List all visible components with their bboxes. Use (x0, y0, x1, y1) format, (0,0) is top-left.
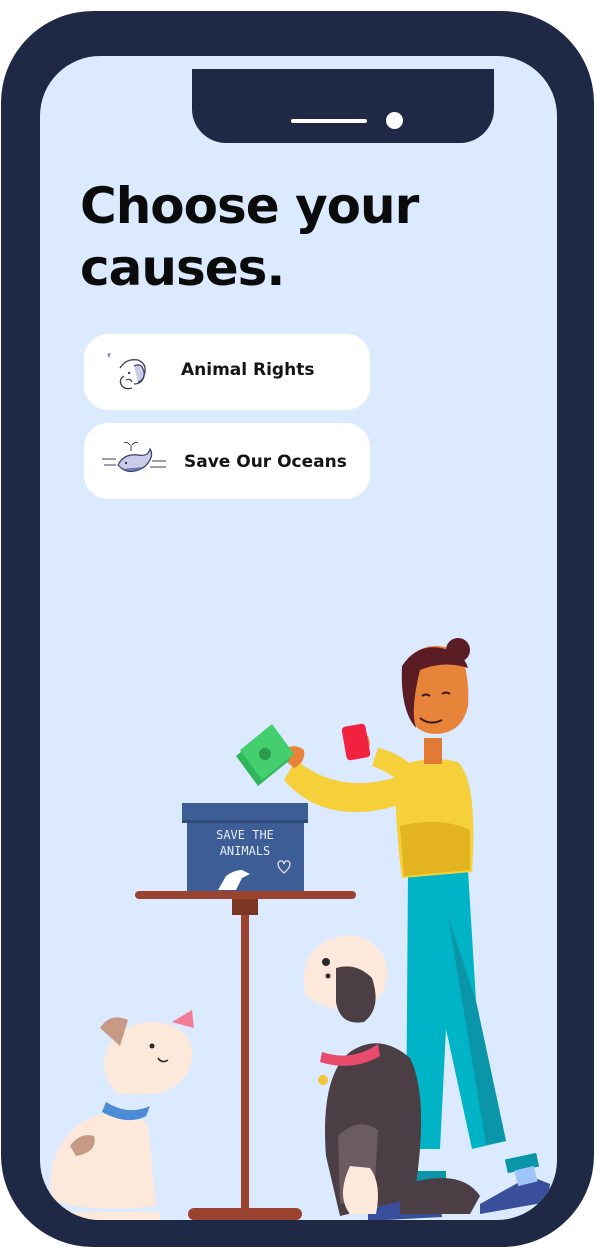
donation-box-text: ANIMALS (220, 844, 271, 858)
donation-illustration: SAVE THE ANIMALS (40, 638, 550, 1220)
app-screen: Choose your causes. Animal Rights Save O… (40, 56, 557, 1220)
phone-frame: Choose your causes. Animal Rights Save O… (1, 11, 594, 1247)
donation-box: SAVE THE ANIMALS (182, 803, 308, 891)
donation-box-text: SAVE THE (216, 828, 274, 842)
dog-left-illustration (40, 1010, 194, 1220)
